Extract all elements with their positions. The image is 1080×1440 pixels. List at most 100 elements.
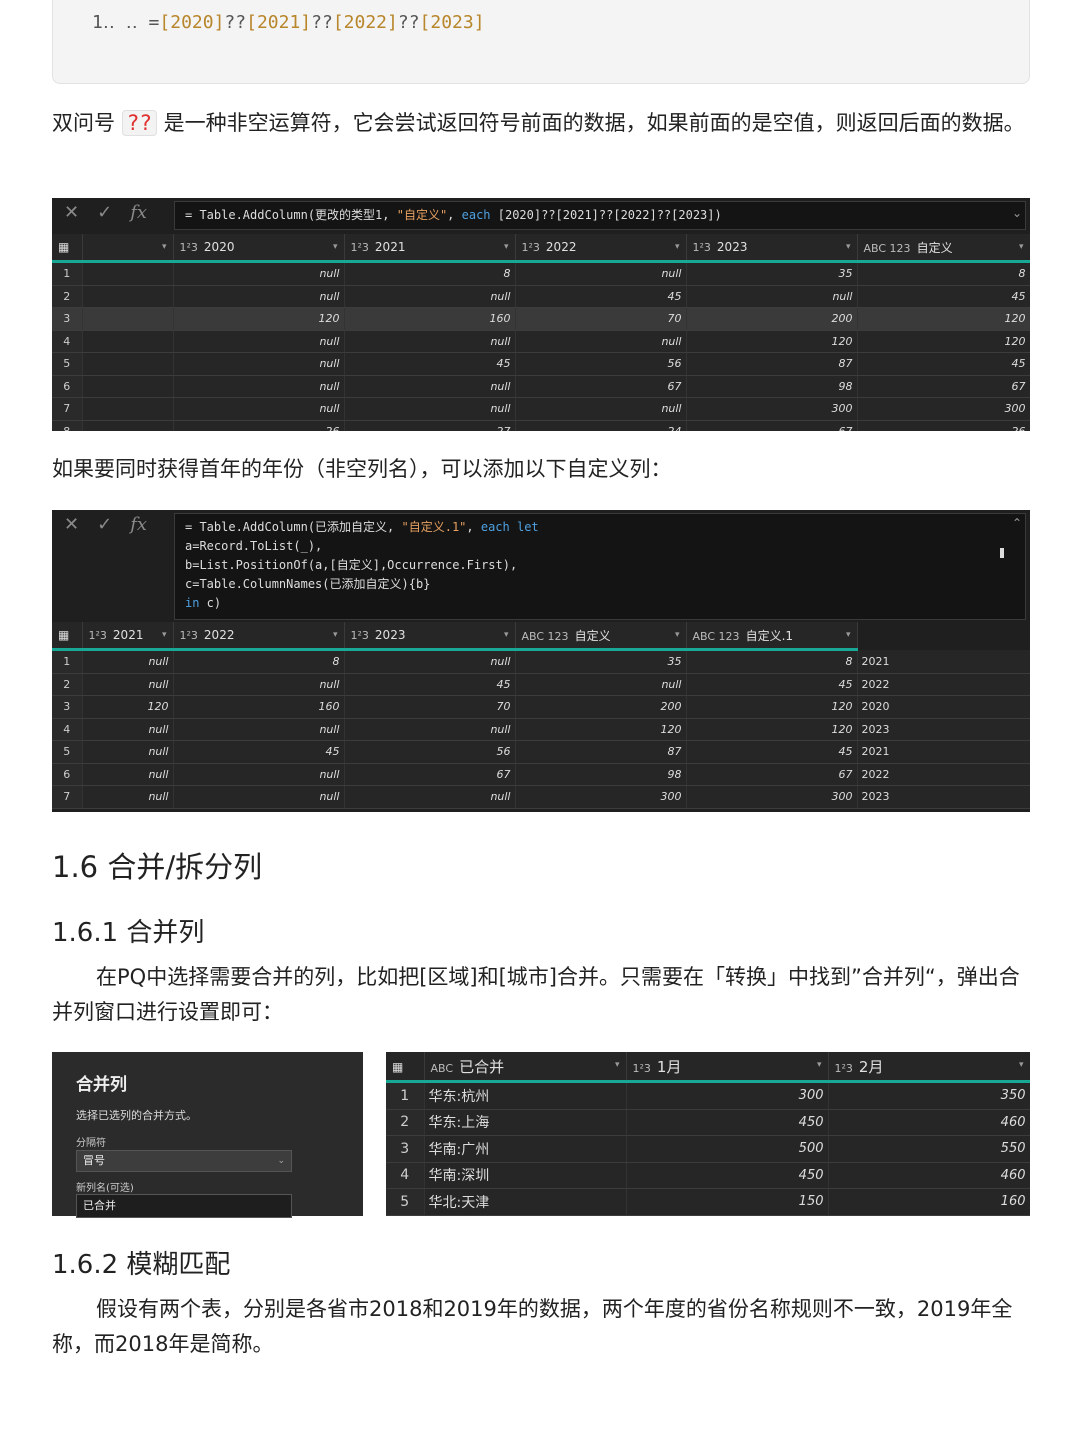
- chevron-down-icon[interactable]: ▾: [846, 242, 851, 252]
- table-cell[interactable]: 35: [686, 261, 858, 286]
- table-cell[interactable]: [82, 375, 174, 398]
- table-row[interactable]: 82627246726: [52, 420, 1030, 431]
- table-cell[interactable]: 67: [344, 763, 516, 786]
- table-row[interactable]: 1 华东:杭州 300 350: [386, 1081, 1030, 1110]
- table-cell[interactable]: 华北:天津: [424, 1188, 627, 1216]
- chevron-down-icon[interactable]: ▾: [1019, 1060, 1024, 1070]
- table-cell[interactable]: 27: [344, 420, 516, 431]
- table-cell[interactable]: 120: [857, 330, 1030, 353]
- fx-icon[interactable]: fx: [130, 202, 147, 223]
- table-cell[interactable]: 2022: [857, 673, 1030, 696]
- formula-input[interactable]: = Table.AddColumn(更改的类型1, "自定义", each [2…: [174, 201, 1026, 230]
- column-header[interactable]: ▾: [82, 234, 174, 263]
- table-cell[interactable]: 70: [515, 307, 687, 331]
- table-row[interactable]: 4 null null null 120 120: [52, 330, 1030, 353]
- table-cell[interactable]: null: [515, 397, 687, 421]
- table-cell[interactable]: 2023: [857, 718, 1030, 741]
- table-cell[interactable]: null: [173, 375, 345, 398]
- table-cell[interactable]: 8: [344, 261, 516, 286]
- table-row[interactable]: 3 120 160 70 200 120 2020: [52, 695, 1030, 719]
- table-cell[interactable]: [82, 285, 174, 308]
- table-cell[interactable]: 460: [828, 1162, 1030, 1189]
- table-cell[interactable]: 67: [686, 420, 858, 431]
- chevron-down-icon[interactable]: ▾: [333, 630, 338, 640]
- table-row[interactable]: 3 120 160 70 200 120: [52, 307, 1030, 331]
- table-cell[interactable]: 8: [857, 261, 1030, 286]
- table-cell[interactable]: 87: [515, 740, 687, 764]
- table-cell[interactable]: 450: [626, 1109, 829, 1136]
- table-row[interactable]: 2 null null 45 null 45 2022: [52, 673, 1030, 696]
- table-cell[interactable]: 华南:广州: [424, 1135, 627, 1163]
- table-cell[interactable]: 450: [626, 1162, 829, 1189]
- new-column-name-input[interactable]: 已合并: [76, 1194, 292, 1218]
- table-cell[interactable]: [82, 397, 174, 421]
- table-cell[interactable]: null: [344, 330, 516, 353]
- table-cell[interactable]: 2022: [857, 763, 1030, 786]
- table-cell[interactable]: 35: [515, 649, 687, 674]
- table-row[interactable]: 5 华北:天津 150 160: [386, 1188, 1030, 1216]
- table-row[interactable]: 1 null 8 null 35 8 2021: [52, 649, 1030, 674]
- column-header[interactable]: ABC 123 自定义 ▾: [857, 234, 1030, 263]
- table-cell[interactable]: 2021: [857, 740, 1030, 764]
- chevron-down-icon[interactable]: ▾: [1019, 242, 1024, 252]
- table-cell[interactable]: null: [344, 785, 516, 809]
- table-cell[interactable]: 45: [344, 673, 516, 696]
- table-cell[interactable]: 350: [828, 1081, 1030, 1110]
- chevron-up-icon[interactable]: ⌃: [1012, 516, 1022, 530]
- table-cell[interactable]: null: [173, 330, 345, 353]
- separator-select[interactable]: 冒号 ⌄: [76, 1150, 292, 1172]
- table-cell[interactable]: null: [515, 330, 687, 353]
- table-cell[interactable]: null: [344, 375, 516, 398]
- table-cell[interactable]: 67: [515, 375, 687, 398]
- table-cell[interactable]: 华东:杭州: [424, 1081, 627, 1110]
- column-header[interactable]: 1²3 2021 ▾: [344, 234, 516, 263]
- table-cell[interactable]: 120: [857, 307, 1030, 331]
- chevron-down-icon[interactable]: ▾: [504, 630, 509, 640]
- chevron-down-icon[interactable]: ▾: [162, 242, 167, 252]
- table-cell[interactable]: 70: [344, 695, 516, 719]
- table-cell[interactable]: 300: [515, 785, 687, 809]
- column-header[interactable]: 1²3 2020 ▾: [173, 234, 345, 263]
- table-cell[interactable]: [82, 352, 174, 376]
- table-row[interactable]: 4 null null null 120 120 2023: [52, 718, 1030, 741]
- table-cell[interactable]: [82, 261, 174, 286]
- chevron-down-icon[interactable]: ▾: [504, 242, 509, 252]
- table-menu-header[interactable]: ▦: [52, 234, 83, 263]
- column-header[interactable]: ABC 123 自定义.1 ▾: [686, 622, 858, 651]
- table-cell[interactable]: null: [344, 285, 516, 308]
- column-header[interactable]: 1²3 2023 ▾: [686, 234, 858, 263]
- table-cell[interactable]: 300: [686, 397, 858, 421]
- table-cell[interactable]: [82, 330, 174, 353]
- column-header[interactable]: 1²3 2022 ▾: [173, 622, 345, 651]
- column-header[interactable]: 1²3 1月 ▾: [626, 1052, 829, 1083]
- chevron-down-icon[interactable]: ▾: [817, 1060, 822, 1070]
- table-cell[interactable]: null: [82, 763, 174, 786]
- table-grid-icon[interactable]: ▦: [58, 628, 69, 642]
- table-cell[interactable]: 160: [828, 1188, 1030, 1216]
- chevron-down-icon[interactable]: ⌄: [1012, 206, 1022, 220]
- table-row[interactable]: 5 null 45 56 87 45 2021: [52, 740, 1030, 764]
- table-cell[interactable]: 200: [686, 307, 858, 331]
- table-cell[interactable]: 460: [828, 1109, 1030, 1136]
- table-cell[interactable]: 200: [515, 695, 687, 719]
- table-cell[interactable]: 2023: [857, 785, 1030, 809]
- table-cell[interactable]: 56: [344, 740, 516, 764]
- cancel-icon[interactable]: ✕: [64, 202, 79, 223]
- chevron-down-icon[interactable]: ▾: [162, 630, 167, 640]
- table-cell[interactable]: [82, 307, 174, 331]
- table-cell[interactable]: null: [173, 261, 345, 286]
- table-row[interactable]: 4 华南:深圳 450 460: [386, 1162, 1030, 1189]
- table-row[interactable]: 7 null null null 300 300: [52, 397, 1030, 421]
- table-cell[interactable]: null: [173, 397, 345, 421]
- chevron-down-icon[interactable]: ▾: [333, 242, 338, 252]
- table-cell[interactable]: null: [82, 785, 174, 809]
- table-cell[interactable]: null: [344, 718, 516, 741]
- table-cell[interactable]: null: [82, 740, 174, 764]
- table-row[interactable]: 6 null null 67 98 67: [52, 375, 1030, 398]
- table-cell[interactable]: null: [173, 285, 345, 308]
- table-cell[interactable]: 45: [857, 352, 1030, 376]
- table-menu-header[interactable]: ▦: [52, 622, 83, 651]
- table-cell[interactable]: null: [344, 649, 516, 674]
- table-cell[interactable]: null: [173, 673, 345, 696]
- table-cell[interactable]: null: [82, 673, 174, 696]
